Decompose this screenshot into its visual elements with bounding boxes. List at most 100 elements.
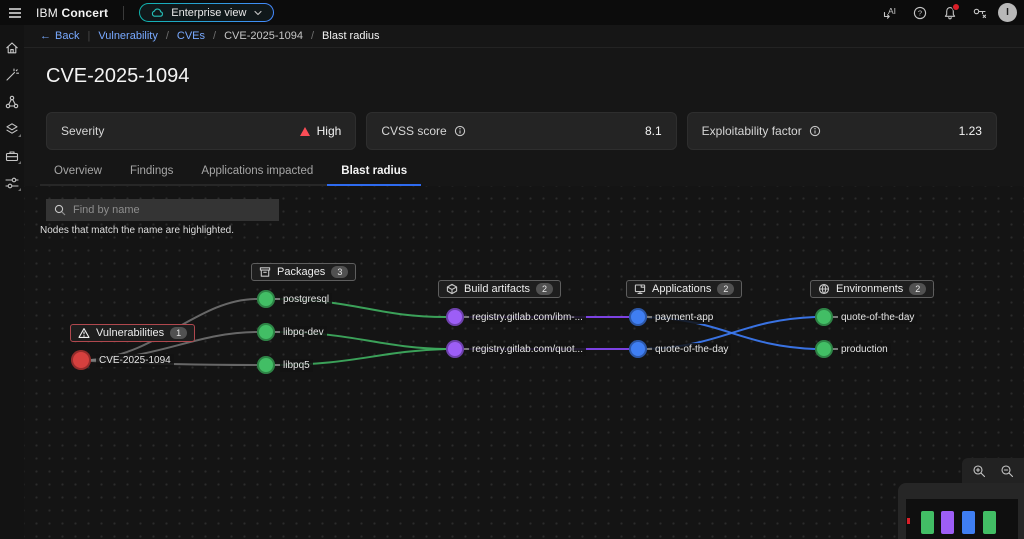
group-count-badge: 3 [331, 266, 349, 278]
package-node-circle[interactable] [257, 290, 275, 308]
network-icon[interactable] [2, 92, 22, 112]
node-quote-of-the-day-app[interactable]: quote-of-the-day [629, 340, 732, 358]
metric-cards: Severity High CVSS score 8.1 Exploitabil… [46, 112, 997, 150]
cvss-score-value: 8.1 [644, 124, 662, 138]
brand-logo[interactable]: IBM Concert [36, 6, 108, 20]
node-label: quote-of-the-day [652, 342, 732, 356]
tab-applications-impacted[interactable]: Applications impacted [187, 160, 328, 186]
node-label: CVE-2025-1094 [96, 353, 174, 367]
main-content: ← Back | Vulnerability / CVEs / CVE-2025-… [24, 25, 1024, 539]
group-label-environments[interactable]: Environments 2 [810, 280, 935, 298]
globe-icon [818, 283, 830, 295]
breadcrumb-separator: / [165, 30, 169, 42]
breadcrumb-separator: / [213, 30, 217, 42]
severity-value: High [316, 124, 342, 138]
breadcrumb-cve-id: CVE-2025-1094 [224, 30, 303, 42]
application-icon [634, 283, 646, 295]
node-cve-2025-1094[interactable]: CVE-2025-1094 [71, 350, 174, 370]
view-switcher-label: Enterprise view [171, 6, 247, 19]
wand-icon[interactable] [2, 65, 22, 85]
back-link[interactable]: ← Back [40, 30, 79, 42]
zoom-controls [962, 458, 1024, 483]
info-icon[interactable] [454, 125, 466, 137]
breadcrumb-cves[interactable]: CVEs [177, 30, 205, 42]
minimap-block [921, 511, 934, 534]
toolbox-icon[interactable] [2, 146, 22, 166]
node-artifact-ibm[interactable]: registry.gitlab.com/ibm-... [446, 308, 586, 326]
back-arrow-icon: ← [40, 30, 51, 42]
tab-overview[interactable]: Overview [40, 160, 116, 186]
minimap-viewport[interactable] [906, 499, 1018, 539]
left-navigation [0, 25, 24, 539]
exploitability-value: 1.23 [958, 124, 982, 138]
node-label: payment-app [652, 310, 717, 324]
node-production-env[interactable]: production [815, 340, 891, 358]
environment-node-circle[interactable] [815, 308, 833, 326]
group-count-badge: 1 [170, 327, 188, 339]
breadcrumb: ← Back | Vulnerability / CVEs / CVE-2025-… [24, 25, 1024, 48]
build-artifact-icon [446, 283, 458, 295]
group-label-applications[interactable]: Applications 2 [626, 280, 743, 298]
group-label-vulnerabilities[interactable]: Vulnerabilities 1 [70, 324, 196, 342]
notifications-bell-icon[interactable] [938, 2, 962, 24]
group-count-badge: 2 [909, 283, 927, 295]
node-libpq-dev[interactable]: libpq-dev [257, 323, 327, 341]
page-title: CVE-2025-1094 [46, 65, 190, 87]
package-node-circle[interactable] [257, 356, 275, 374]
user-avatar[interactable]: I [998, 3, 1017, 22]
package-icon [259, 266, 271, 278]
svg-text:AI: AI [888, 6, 896, 16]
info-icon[interactable] [809, 125, 821, 137]
node-artifact-quote[interactable]: registry.gitlab.com/quot... [446, 340, 586, 358]
home-icon[interactable] [2, 38, 22, 58]
zoom-in-icon[interactable] [969, 461, 989, 481]
help-icon[interactable]: ? [908, 2, 932, 24]
breadcrumb-blast-radius: Blast radius [322, 30, 380, 42]
blast-radius-canvas[interactable]: Nodes that match the name are highlighte… [24, 186, 1024, 539]
breadcrumb-vulnerability[interactable]: Vulnerability [98, 30, 158, 42]
application-node-circle[interactable] [629, 340, 647, 358]
minimap[interactable] [898, 483, 1024, 539]
group-label-text: Vulnerabilities [96, 327, 165, 339]
severity-label: Severity [61, 124, 105, 138]
vulnerability-node-circle[interactable] [71, 350, 91, 370]
node-payment-app[interactable]: payment-app [629, 308, 717, 326]
settings-adjust-icon[interactable] [2, 173, 22, 193]
application-node-circle[interactable] [629, 308, 647, 326]
view-switcher[interactable]: Enterprise view [139, 3, 275, 22]
package-node-circle[interactable] [257, 323, 275, 341]
node-label: production [838, 342, 891, 356]
menu-hamburger-button[interactable] [0, 0, 30, 25]
node-quote-of-the-day-env[interactable]: quote-of-the-day [815, 308, 918, 326]
api-key-icon[interactable] [968, 2, 992, 24]
breadcrumb-divider: | [87, 30, 91, 42]
exploitability-label: Exploitability factor [701, 124, 802, 138]
environment-node-circle[interactable] [815, 340, 833, 358]
node-label: postgresql [280, 292, 333, 306]
group-label-build-artifacts[interactable]: Build artifacts 2 [438, 280, 562, 298]
exploitability-card: Exploitability factor 1.23 [686, 112, 997, 150]
node-postgresql[interactable]: postgresql [257, 290, 333, 308]
group-count-badge: 2 [717, 283, 735, 295]
node-label: registry.gitlab.com/ibm-... [469, 310, 586, 324]
node-libpq5[interactable]: libpq5 [257, 356, 313, 374]
group-label-packages[interactable]: Packages 3 [251, 263, 357, 281]
warning-icon [78, 327, 90, 339]
build-artifact-node-circle[interactable] [446, 308, 464, 326]
layers-icon[interactable] [2, 119, 22, 139]
zoom-out-icon[interactable] [997, 461, 1017, 481]
breadcrumb-separator: / [310, 30, 315, 42]
search-hint-text: Nodes that match the name are highlighte… [40, 225, 235, 236]
tab-blast-radius[interactable]: Blast radius [327, 160, 422, 186]
graph-search-box[interactable] [46, 199, 279, 221]
minimap-block [941, 511, 954, 534]
group-count-badge: 2 [536, 283, 554, 295]
search-input[interactable] [73, 204, 271, 216]
search-icon [54, 204, 66, 216]
build-artifact-node-circle[interactable] [446, 340, 464, 358]
node-label: registry.gitlab.com/quot... [469, 342, 586, 356]
tab-findings[interactable]: Findings [115, 160, 188, 186]
ai-assistant-icon[interactable]: AI [878, 2, 902, 24]
header-divider [123, 5, 125, 20]
svg-text:?: ? [918, 8, 922, 17]
